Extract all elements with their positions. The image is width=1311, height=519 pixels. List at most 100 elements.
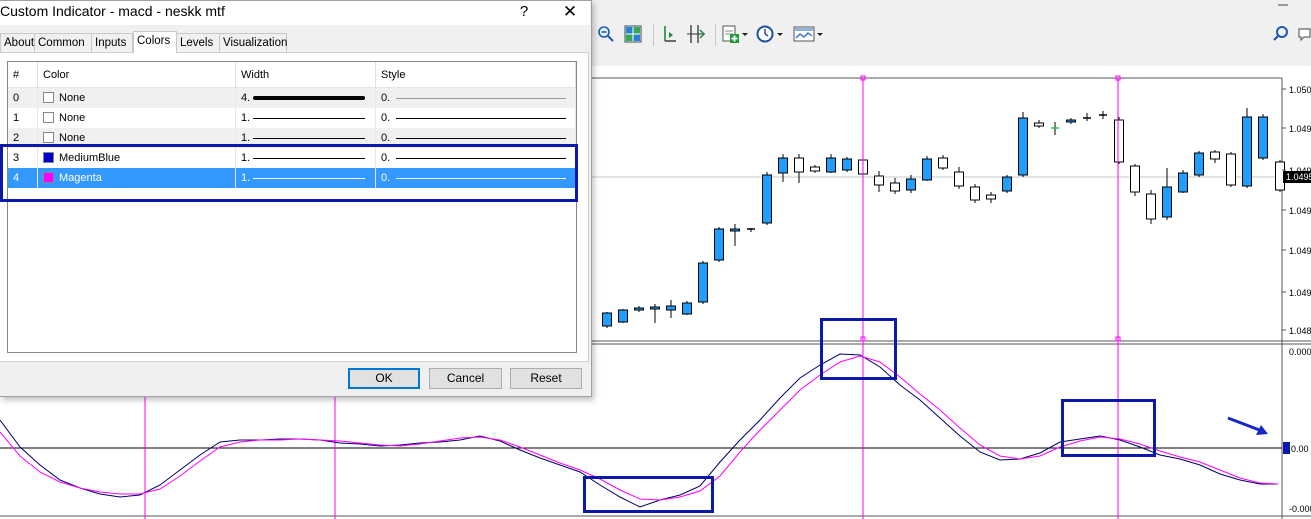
row-width-cell[interactable]: 4. bbox=[236, 88, 376, 108]
candle-bull bbox=[842, 158, 852, 171]
search-icon[interactable] bbox=[1270, 22, 1292, 46]
chat-icon[interactable] bbox=[1296, 22, 1311, 46]
indicator-axis-label: 0.0002 bbox=[1289, 347, 1311, 357]
candle-bull bbox=[762, 174, 772, 224]
style-value: 0. bbox=[381, 132, 391, 144]
price-axis-label: 1.0494 bbox=[1289, 206, 1311, 216]
dialog-titlebar[interactable]: Custom Indicator - macd - neskk mtf ? ✕ bbox=[0, 1, 590, 25]
width-line-preview bbox=[253, 118, 365, 119]
annotation-highlight-peak bbox=[820, 318, 897, 380]
style-line-preview bbox=[396, 118, 566, 119]
tab-levels[interactable]: Levels bbox=[176, 33, 220, 52]
indicator-axis-label: -0.000 bbox=[1289, 504, 1311, 514]
cancel-button[interactable]: Cancel bbox=[429, 368, 502, 389]
width-value: 1. bbox=[241, 132, 251, 144]
tab-colors[interactable]: Colors bbox=[133, 31, 177, 53]
annotation-arrow-icon bbox=[1227, 416, 1268, 435]
row-color-cell[interactable]: None bbox=[38, 108, 236, 128]
style-line-preview bbox=[396, 98, 566, 99]
tab-inputs[interactable]: Inputs bbox=[91, 33, 133, 52]
row-index-text: 2 bbox=[13, 132, 20, 144]
terminal-toolbar bbox=[592, 0, 1311, 66]
candle-bull bbox=[666, 305, 676, 311]
candle-bull bbox=[1002, 176, 1012, 192]
candle-bull bbox=[1242, 116, 1252, 187]
templates-icon[interactable] bbox=[791, 22, 825, 46]
color-name: None bbox=[59, 132, 86, 144]
color-swatch bbox=[43, 92, 54, 103]
candle-bull bbox=[730, 228, 740, 232]
row-index: 0 bbox=[8, 88, 38, 108]
add-indicator-icon[interactable] bbox=[720, 22, 750, 46]
tab-visualization[interactable]: Visualization bbox=[219, 33, 287, 52]
color-row-1[interactable]: 1 None 1. 0. bbox=[8, 108, 576, 128]
row-color-cell[interactable]: None bbox=[38, 88, 236, 108]
candle-bull bbox=[698, 262, 708, 303]
row-style-cell[interactable]: 0. bbox=[376, 88, 576, 108]
current-price-label: 1.0495 bbox=[1286, 172, 1311, 182]
price-axis-label: 1.0496 bbox=[1289, 124, 1311, 134]
price-axis-label: 1.0500 bbox=[1289, 85, 1311, 95]
candle-bear bbox=[874, 175, 884, 186]
candle-bear bbox=[986, 194, 996, 200]
column-header-num[interactable]: # bbox=[8, 62, 38, 88]
annotation-highlight-cross bbox=[1061, 399, 1156, 457]
zero-marker bbox=[1283, 442, 1290, 454]
dialog-title: Custom Indicator - macd - neskk mtf bbox=[0, 3, 225, 19]
ok-button[interactable]: OK bbox=[348, 368, 420, 389]
crosshair-icon[interactable] bbox=[684, 22, 708, 46]
candle-bull bbox=[634, 307, 644, 311]
price-axis-label: 1.0490 bbox=[1289, 288, 1311, 298]
color-name: None bbox=[59, 112, 86, 124]
annotation-highlight-trough bbox=[583, 476, 714, 513]
candle-bull bbox=[906, 178, 916, 191]
candle-bear bbox=[954, 171, 964, 187]
candle-bear bbox=[1114, 119, 1124, 163]
candle-bear bbox=[1210, 151, 1220, 160]
clock-icon[interactable] bbox=[755, 22, 785, 46]
candle-bull bbox=[602, 312, 612, 327]
candle-bull bbox=[1066, 119, 1076, 123]
candle-bull bbox=[714, 228, 724, 261]
width-line-preview bbox=[253, 96, 365, 100]
width-value: 4. bbox=[241, 92, 251, 104]
reset-button[interactable]: Reset bbox=[510, 368, 582, 389]
candle-bull bbox=[1194, 152, 1204, 176]
zoom-out-icon[interactable] bbox=[595, 22, 617, 46]
style-value: 0. bbox=[381, 112, 391, 124]
candle-bear bbox=[1130, 165, 1140, 193]
tab-common[interactable]: Common bbox=[34, 33, 92, 52]
candle-bear bbox=[1034, 122, 1044, 127]
style-value: 0. bbox=[381, 92, 391, 104]
candle-bull bbox=[1258, 116, 1268, 159]
candle-bear bbox=[970, 186, 980, 201]
row-index: 1 bbox=[8, 108, 38, 128]
colors-grid: # Color Width Style 0 None 4. 0. 1 None 1. 0. 2 N… bbox=[7, 61, 577, 353]
width-line-preview bbox=[253, 138, 365, 139]
candle-bear bbox=[794, 157, 804, 173]
row-index-text: 1 bbox=[13, 112, 20, 124]
period-separators-icon[interactable] bbox=[658, 22, 680, 46]
row-index-text: 0 bbox=[13, 92, 20, 104]
price-axis-label: 1.048 bbox=[1289, 326, 1311, 336]
tab-about[interactable]: About bbox=[0, 33, 35, 52]
column-header-color[interactable]: Color bbox=[38, 62, 236, 88]
tile-windows-icon[interactable] bbox=[621, 22, 645, 46]
candle-bull bbox=[1162, 186, 1172, 218]
column-header-width[interactable]: Width bbox=[236, 62, 376, 88]
width-value: 1. bbox=[241, 112, 251, 124]
color-row-0[interactable]: 0 None 4. 0. bbox=[8, 88, 576, 108]
candle-bull bbox=[778, 157, 788, 174]
row-width-cell[interactable]: 1. bbox=[236, 108, 376, 128]
candle-bull bbox=[826, 157, 836, 173]
row-style-cell[interactable]: 0. bbox=[376, 108, 576, 128]
style-line-preview bbox=[396, 138, 566, 139]
help-button[interactable]: ? bbox=[510, 1, 538, 25]
column-header-style[interactable]: Style bbox=[376, 62, 576, 88]
candle-bull bbox=[650, 306, 660, 310]
close-button[interactable]: ✕ bbox=[556, 1, 584, 25]
window-minimize-glyph[interactable] bbox=[1278, 4, 1288, 6]
candle-bear bbox=[938, 157, 948, 169]
candle-bear bbox=[890, 182, 900, 192]
indicator-axis-label: 0.00 bbox=[1291, 444, 1309, 454]
